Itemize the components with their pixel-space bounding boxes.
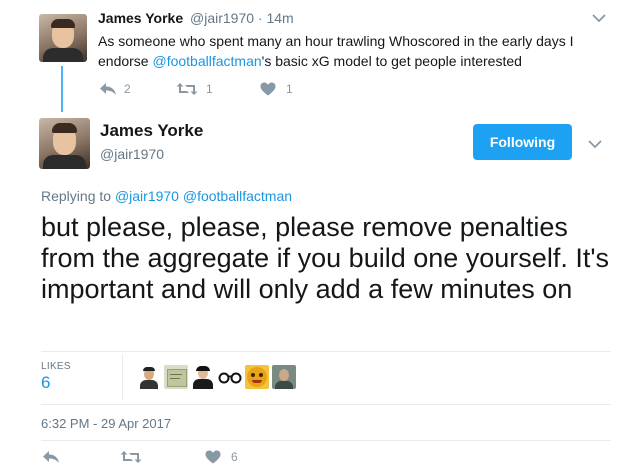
- likes-label: LIKES: [41, 361, 71, 372]
- liker-avatar[interactable]: [191, 365, 215, 389]
- divider: [41, 351, 611, 352]
- parent-retweet-count: 1: [206, 82, 213, 96]
- parent-avatar[interactable]: [39, 14, 87, 62]
- main-author-name[interactable]: James Yorke: [100, 121, 203, 141]
- divider: [41, 440, 611, 441]
- thread-connector: [61, 66, 63, 112]
- parent-reply-action[interactable]: 2: [99, 82, 131, 96]
- liker-avatar[interactable]: [137, 365, 161, 389]
- parent-more-chevron-icon[interactable]: [592, 11, 606, 26]
- liker-avatar[interactable]: [272, 365, 296, 389]
- heart-icon: [205, 450, 221, 464]
- parent-like-action[interactable]: 1: [260, 82, 293, 96]
- retweet-icon: [176, 82, 198, 96]
- like-count: 6: [231, 450, 238, 464]
- parent-time[interactable]: 14m: [266, 10, 293, 26]
- replying-to-link[interactable]: @jair1970: [115, 188, 179, 204]
- tweet-timestamp[interactable]: 6:32 PM - 29 Apr 2017: [41, 416, 171, 431]
- liker-avatar[interactable]: [245, 365, 269, 389]
- parent-retweet-action[interactable]: 1: [176, 82, 213, 96]
- parent-author-name[interactable]: James Yorke: [98, 10, 183, 26]
- reply-icon: [99, 82, 117, 96]
- liker-avatar[interactable]: [218, 365, 242, 389]
- main-author-handle[interactable]: @jair1970: [100, 146, 164, 162]
- stats-separator: [122, 354, 123, 400]
- retweet-action[interactable]: [120, 450, 142, 464]
- like-action[interactable]: 6: [205, 450, 238, 464]
- likers-avatars: [137, 365, 296, 389]
- reply-icon: [42, 450, 60, 464]
- liker-avatar[interactable]: [164, 365, 188, 389]
- replying-to-link[interactable]: @footballfactman: [183, 188, 292, 204]
- parent-mention-link[interactable]: @footballfactman: [152, 53, 261, 69]
- main-tweet-text: but please, please, please remove penalt…: [41, 212, 609, 304]
- main-more-chevron-icon[interactable]: [588, 137, 602, 152]
- heart-icon: [260, 82, 276, 96]
- retweet-icon: [120, 450, 142, 464]
- main-avatar[interactable]: [39, 118, 90, 169]
- likes-count[interactable]: 6: [41, 373, 50, 393]
- parent-tweet-text: As someone who spent many an hour trawli…: [98, 33, 574, 69]
- parent-author-handle[interactable]: @jair1970: [190, 10, 254, 26]
- divider: [41, 404, 611, 405]
- parent-author-meta[interactable]: @jair1970 · 14m: [190, 10, 294, 26]
- reply-action[interactable]: [42, 450, 60, 464]
- following-button[interactable]: Following: [473, 124, 572, 160]
- replying-to: Replying to @jair1970 @footballfactman: [41, 188, 293, 204]
- parent-reply-count: 2: [124, 82, 131, 96]
- parent-like-count: 1: [286, 82, 293, 96]
